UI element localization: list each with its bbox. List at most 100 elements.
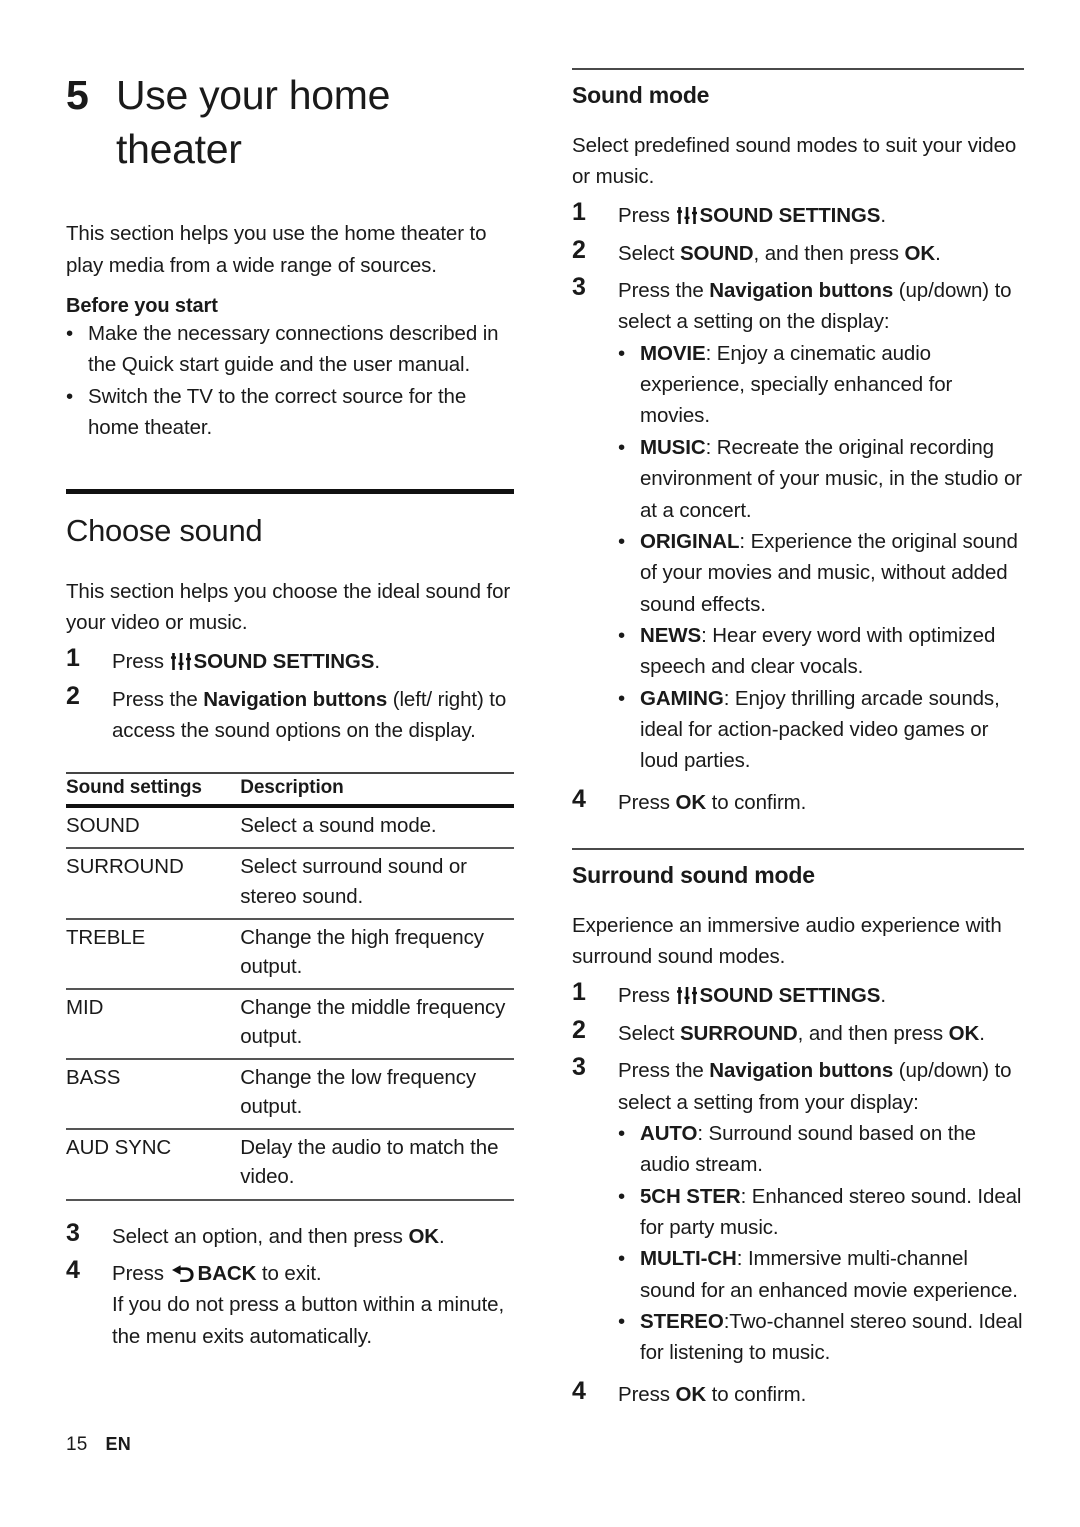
table-header-sound-settings: Sound settings — [66, 772, 241, 809]
step-1: 1 Press SOUND SETTINGS. — [572, 976, 1024, 1011]
table-cell-setting: MID — [66, 988, 241, 1061]
list-item: • NEWS: Hear every word with optimized s… — [618, 620, 1024, 683]
step-4: 4 Press OK to confirm. — [572, 783, 1024, 818]
table-cell-setting: BASS — [66, 1059, 241, 1131]
list-item: • 5CH STER: Enhanced stereo sound. Ideal… — [618, 1181, 1024, 1244]
list-item-text: Switch the TV to the correct source for … — [88, 384, 467, 440]
table-header-description: Description — [240, 772, 514, 809]
step-number: 4 — [66, 1255, 80, 1284]
section-heading-choose-sound: Choose sound — [66, 513, 263, 549]
step-text: Press SOUND SETTINGS. — [112, 642, 514, 677]
step-text-post: , and then press — [797, 1021, 949, 1045]
bullet-dot-icon: • — [66, 384, 74, 408]
option-name: NEWS — [640, 623, 702, 647]
step-text-bold: OK — [675, 790, 707, 814]
step-text: Press OK to confirm. — [618, 1375, 1024, 1410]
sound-mode-steps: 1 Press SOUND SETTINGS. 2 Select SOUND, … — [572, 196, 1024, 337]
list-item-text: NEWS: Hear every word with optimized spe… — [640, 620, 1024, 683]
step-1: 1 Press SOUND SETTINGS. — [66, 642, 514, 677]
step-3: 3 Press the Navigation buttons (up/down)… — [572, 1051, 1024, 1118]
step-text-pre: Press — [112, 1261, 170, 1285]
step-text-post: . — [439, 1224, 445, 1248]
step-text-pre: Press the — [618, 279, 710, 303]
step-text-bold: OK — [408, 1224, 439, 1248]
step-number: 3 — [572, 273, 586, 302]
step-text-post: to exit. — [256, 1261, 322, 1285]
step-text: Press the Navigation buttons (up/down) t… — [618, 1051, 1024, 1118]
bullet-dot-icon: • — [618, 1310, 626, 1334]
page-footer: 15 EN — [66, 1434, 131, 1456]
step-text-bold: BACK — [197, 1261, 257, 1285]
step-text-post: . — [880, 984, 886, 1008]
section-rule — [572, 68, 1024, 70]
bullet-dot-icon: • — [618, 623, 626, 647]
step-number: 1 — [66, 644, 80, 673]
step-3: 3 Select an option, and then press OK. — [66, 1217, 514, 1252]
list-item: • AUTO: Surround sound based on the audi… — [618, 1118, 1024, 1181]
option-name: 5CH STER — [640, 1184, 741, 1208]
left-column: 5 Use your home theater This section hel… — [66, 68, 514, 1352]
step-text: Select an option, and then press OK. — [112, 1217, 514, 1252]
option-name: MULTI-CH — [640, 1247, 737, 1271]
step-text: Select SURROUND, and then press OK. — [618, 1014, 1024, 1049]
step-text: Press the Navigation buttons (left/ righ… — [112, 680, 514, 747]
list-item-text: 5CH STER: Enhanced stereo sound. Ideal f… — [640, 1181, 1024, 1244]
step-number: 1 — [572, 978, 586, 1007]
step-text-bold: OK — [675, 1382, 707, 1406]
step-text-post-2: . — [935, 241, 941, 265]
table-row: AUD SYNC Delay the audio to match the vi… — [66, 1129, 514, 1201]
step-text-post-2: . — [979, 1021, 985, 1045]
list-item: • Make the necessary connections describ… — [66, 318, 514, 381]
option-name: ORIGINAL — [640, 529, 740, 553]
option-name: STEREO — [640, 1310, 724, 1334]
step-text-post: to confirm. — [706, 790, 807, 814]
bullet-dot-icon: • — [618, 1184, 626, 1208]
sound-settings-table: Sound settings Description SOUND Select … — [66, 772, 514, 1201]
manual-page: 5 Use your home theater This section hel… — [0, 0, 1080, 1527]
step-text-bold-2: OK — [904, 241, 936, 265]
step-text-bold: SOUND SETTINGS — [699, 204, 881, 228]
table-cell-description: Change the low frequency output. — [240, 1059, 514, 1131]
sliders-icon — [676, 982, 697, 1005]
table-cell-description: Select surround sound or stereo sound. — [240, 848, 514, 920]
table-row: SURROUND Select surround sound or stereo… — [66, 848, 514, 920]
step-text: Press OK to confirm. — [618, 783, 1024, 818]
step-text-pre: Select an option, and then press — [112, 1224, 409, 1248]
step-text-bold: Navigation buttons — [203, 687, 388, 711]
step-text-pre: Press — [618, 984, 676, 1008]
step-text-pre: Select — [618, 1021, 680, 1045]
step-2: 2 Select SOUND, and then press OK. — [572, 234, 1024, 269]
step-text-pre: Press the — [618, 1059, 710, 1083]
step-number: 3 — [572, 1053, 586, 1082]
step-3: 3 Press the Navigation buttons (up/down)… — [572, 271, 1024, 338]
chapter-intro: This section helps you use the home thea… — [66, 222, 487, 277]
step-4: 4 Press OK to confirm. — [572, 1375, 1024, 1410]
step-number: 2 — [66, 681, 80, 710]
sliders-icon — [676, 202, 697, 225]
list-item-text: AUTO: Surround sound based on the audio … — [640, 1118, 1024, 1181]
step-text: Press SOUND SETTINGS. — [618, 976, 1024, 1011]
section-rule — [572, 848, 1024, 851]
surround-sound-steps: 1 Press SOUND SETTINGS. 2 Select SURROUN… — [572, 976, 1024, 1117]
step-number: 4 — [572, 1376, 586, 1405]
before-you-start-heading: Before you start — [66, 294, 218, 317]
choose-sound-steps: 1 Press SOUND SETTINGS. 2 Press the Navi… — [66, 642, 514, 746]
surround-sound-intro: Experience an immersive audio experience… — [572, 913, 1002, 969]
table-cell-description: Change the high frequency output. — [240, 918, 514, 990]
before-you-start-list: • Make the necessary connections describ… — [66, 318, 514, 443]
step-text-post: , and then press — [753, 241, 905, 265]
list-item: • MOVIE: Enjoy a cinematic audio experie… — [618, 338, 1024, 432]
step-text-bold: SOUND SETTINGS — [699, 984, 881, 1008]
bullet-dot-icon: • — [618, 529, 626, 553]
step-text-post: to confirm. — [706, 1382, 807, 1406]
list-item: • GAMING: Enjoy thrilling arcade sounds,… — [618, 683, 1024, 777]
step-number: 4 — [572, 784, 586, 813]
step-number: 2 — [572, 1015, 586, 1044]
table-row: SOUND Select a sound mode. — [66, 806, 514, 850]
table-cell-description: Select a sound mode. — [240, 806, 514, 850]
step-text-bold: SURROUND — [679, 1021, 798, 1045]
step-number: 3 — [66, 1218, 80, 1247]
table-cell-setting: AUD SYNC — [66, 1129, 241, 1201]
table-row: BASS Change the low frequency output. — [66, 1059, 514, 1131]
step-2: 2 Select SURROUND, and then press OK. — [572, 1014, 1024, 1049]
